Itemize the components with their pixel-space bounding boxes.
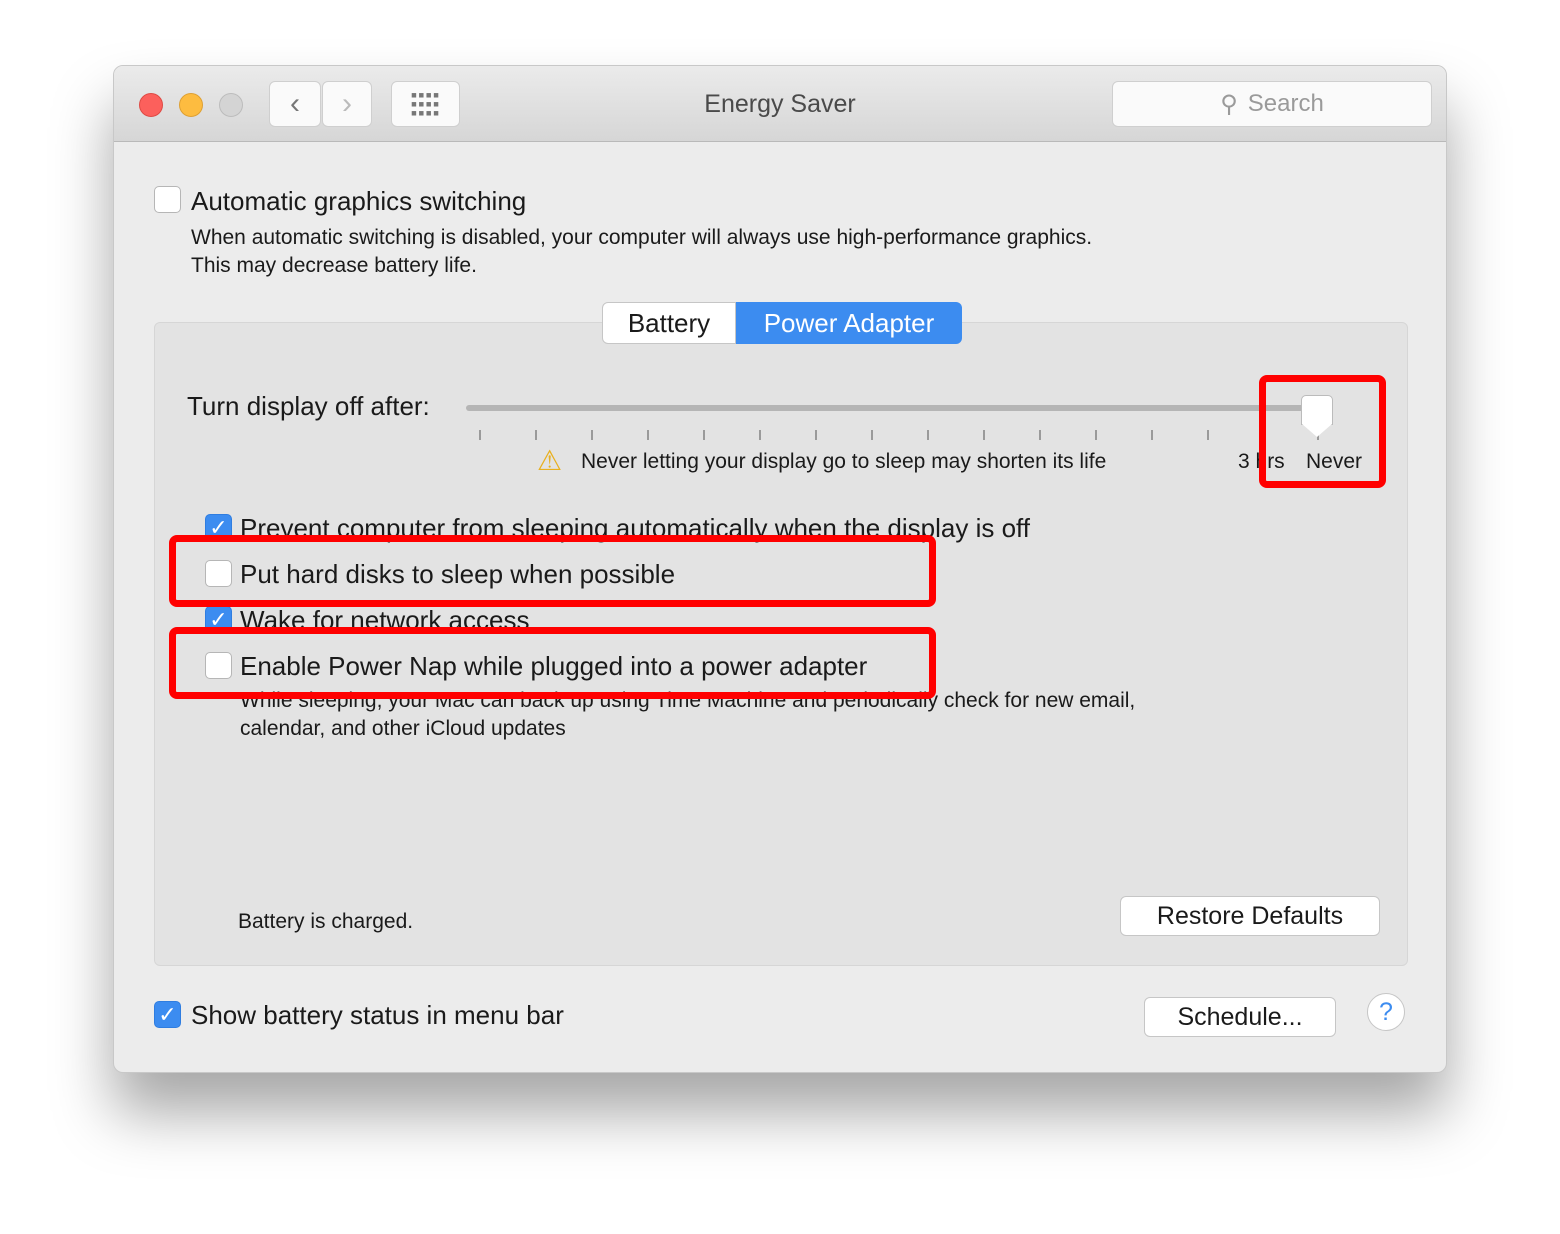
highlight-power-nap	[169, 627, 936, 699]
slider-tick	[927, 430, 929, 440]
slider-tick	[535, 430, 537, 440]
display-off-label: Turn display off after:	[187, 391, 430, 421]
tab-power-adapter[interactable]: Power Adapter	[736, 302, 962, 344]
graphics-switching-checkbox[interactable]	[154, 186, 181, 213]
graphics-switching-label: Automatic graphics switching	[191, 186, 527, 216]
slider-tick	[1151, 430, 1153, 440]
slider-tick	[871, 430, 873, 440]
graphics-desc: When automatic switching is disabled, yo…	[191, 226, 1093, 249]
slider-tick	[1207, 430, 1209, 440]
show-battery-checkbox[interactable]: ✓	[154, 1001, 181, 1028]
search-icon: ⚲	[1220, 90, 1238, 118]
slider-warning: Never letting your display go to sleep m…	[581, 450, 1107, 473]
slider-tick	[815, 430, 817, 440]
tab-battery[interactable]: Battery	[602, 302, 736, 344]
graphics-desc-2: This may decrease battery life.	[191, 254, 477, 277]
slider-tick	[759, 430, 761, 440]
slider-tick	[1095, 430, 1097, 440]
show-battery-label: Show battery status in menu bar	[191, 1000, 564, 1030]
restore-defaults-button[interactable]: Restore Defaults	[1120, 896, 1380, 936]
slider-tick	[479, 430, 481, 440]
battery-status: Battery is charged.	[238, 910, 414, 933]
slider-tick	[703, 430, 705, 440]
warning-icon: ⚠	[537, 445, 563, 476]
schedule-button[interactable]: Schedule...	[1144, 997, 1336, 1037]
titlebar: ‹ › ▪▪▪▪ ▪▪▪▪ ▪▪▪▪ Energy Saver ⚲ Search	[114, 66, 1446, 142]
highlight-hard-disks	[169, 535, 936, 607]
search-input[interactable]: ⚲ Search	[1112, 81, 1432, 127]
display-sleep-slider[interactable]	[466, 405, 1318, 411]
slider-tick	[647, 430, 649, 440]
slider-tick	[983, 430, 985, 440]
help-button[interactable]: ?	[1367, 993, 1405, 1031]
slider-tick	[591, 430, 593, 440]
search-placeholder: Search	[1247, 90, 1324, 117]
highlight-slider-never	[1259, 375, 1386, 488]
slider-tick	[1039, 430, 1041, 440]
power-nap-desc-2: calendar, and other iCloud updates	[240, 717, 566, 740]
